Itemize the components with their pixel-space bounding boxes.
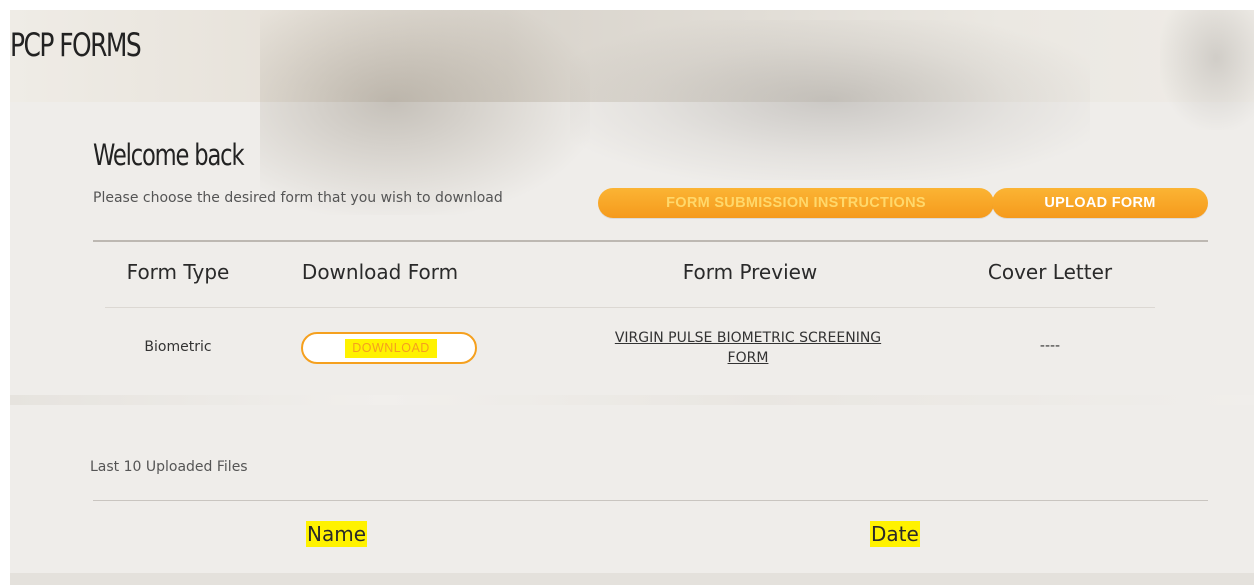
column-header-cover-letter: Cover Letter <box>987 260 1113 284</box>
form-preview-link-line2: FORM <box>727 350 769 366</box>
download-button[interactable]: DOWNLOAD <box>301 332 477 364</box>
bottom-band <box>10 573 1254 585</box>
table-top-divider <box>93 240 1208 242</box>
form-preview-link[interactable]: VIRGIN PULSE BIOMETRIC SCREENING FORM <box>588 328 908 368</box>
form-type-cell: Biometric <box>144 339 212 355</box>
form-submission-instructions-button[interactable]: FORM SUBMISSION INSTRUCTIONS <box>598 188 994 218</box>
column-header-form-preview: Form Preview <box>682 260 818 284</box>
cover-letter-cell: ---- <box>1039 338 1061 354</box>
column-header-name: Name <box>306 521 368 547</box>
column-header-download-form: Download Form <box>301 260 459 284</box>
welcome-heading: Welcome back <box>93 138 245 172</box>
header-row-divider <box>105 307 1155 308</box>
background-image-edge <box>1160 10 1254 130</box>
form-preview-link-line1: VIRGIN PULSE BIOMETRIC SCREENING <box>614 330 882 346</box>
column-header-date: Date <box>870 521 920 547</box>
column-header-form-type: Form Type <box>126 260 230 284</box>
page-title: PCP FORMS <box>10 26 142 64</box>
uploaded-files-label: Last 10 Uploaded Files <box>90 459 248 475</box>
uploads-divider <box>93 500 1208 501</box>
instruction-text: Please choose the desired form that you … <box>93 190 503 206</box>
background-image-figure <box>260 10 590 215</box>
download-button-label: DOWNLOAD <box>345 339 437 358</box>
pcp-forms-page: PCP FORMS Welcome back Please choose the… <box>10 10 1254 585</box>
background-image-blur <box>570 20 1090 180</box>
upload-form-button[interactable]: UPLOAD FORM <box>992 188 1208 218</box>
section-divider-band <box>10 395 1254 405</box>
